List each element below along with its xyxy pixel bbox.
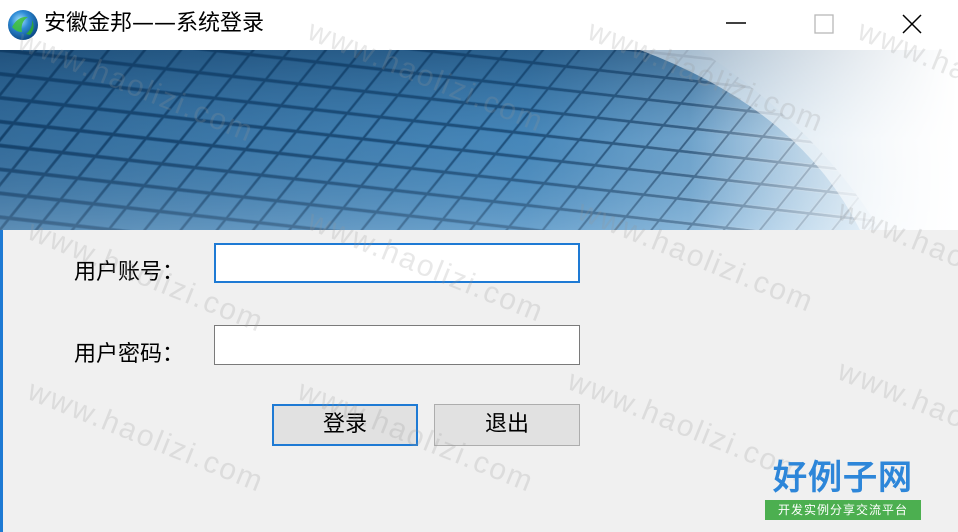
app-icon xyxy=(8,10,38,40)
username-input[interactable] xyxy=(214,243,580,283)
minimize-icon xyxy=(726,22,746,24)
login-button[interactable]: 登录 xyxy=(272,404,418,446)
exit-button[interactable]: 退出 xyxy=(434,404,580,446)
logo-title: 好例子网 xyxy=(773,458,913,498)
close-button[interactable] xyxy=(866,0,958,50)
title-bar[interactable]: 安徽金邦——系统登录 xyxy=(0,0,958,50)
window-edge xyxy=(0,230,3,532)
username-label: 用户账号： xyxy=(74,260,185,285)
maximize-icon xyxy=(814,14,834,34)
logo-subtitle: 开发实例分享交流平台 xyxy=(765,500,921,520)
close-icon xyxy=(902,14,922,34)
password-input[interactable] xyxy=(214,325,580,365)
banner-image xyxy=(0,50,958,230)
minimize-button[interactable] xyxy=(690,0,782,50)
password-label: 用户密码： xyxy=(74,342,185,367)
window-title: 安徽金邦——系统登录 xyxy=(44,11,265,36)
watermark-logo: 好例子网 开发实例分享交流平台 xyxy=(763,458,923,522)
maximize-button[interactable] xyxy=(778,0,870,50)
